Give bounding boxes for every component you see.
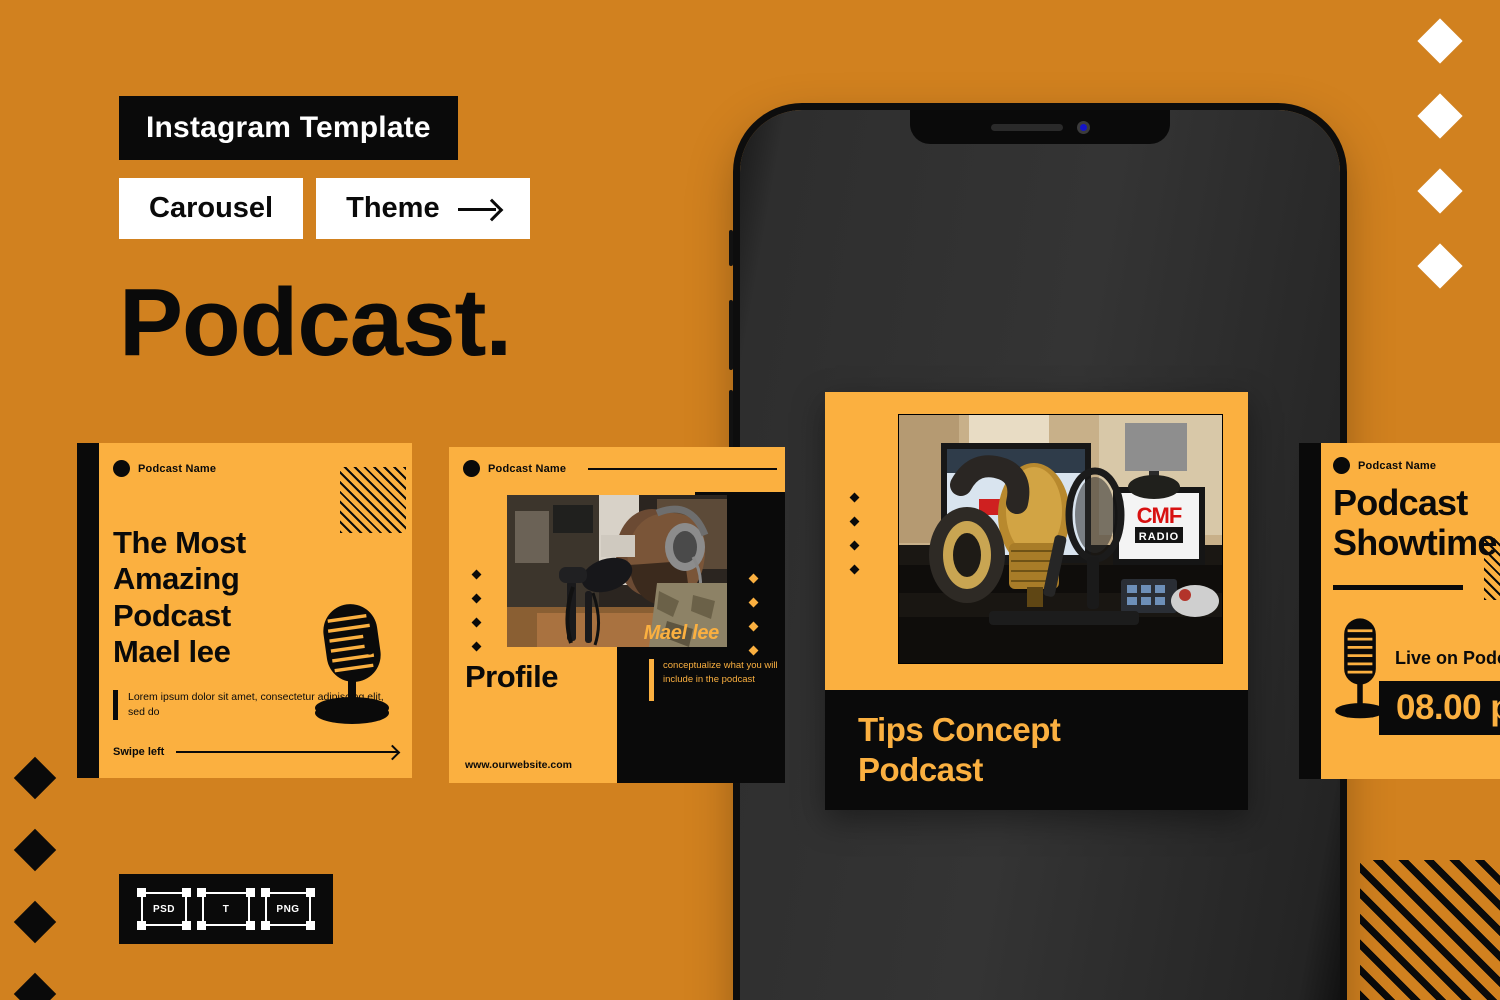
card2-concept-text: conceptualize what you will include in t… <box>663 660 778 686</box>
psd-label: PSD <box>152 903 176 915</box>
decor-diamond-black-2 <box>13 828 57 872</box>
podcast-card-most-amazing[interactable]: Podcast Name The Most Amazing Podcast Ma… <box>77 443 412 778</box>
editable-text-icon: T <box>197 888 255 930</box>
podcast-host-photo: Mael lee <box>507 495 727 647</box>
front-camera-icon <box>1076 120 1090 134</box>
retro-microphone-icon <box>315 604 389 724</box>
hatch-square-decor <box>1484 538 1500 600</box>
png-label: PNG <box>276 903 300 915</box>
carousel-pill-label: Carousel <box>149 192 274 224</box>
arrow-right-icon <box>176 751 398 753</box>
card2-header: Podcast Name <box>463 460 785 477</box>
carousel-pill[interactable]: Carousel <box>119 178 304 239</box>
hatch-square-decor <box>340 467 406 533</box>
podcast-card-tips-concept[interactable]: CMF RADIO Tips Concept Podcast <box>825 392 1248 810</box>
card2-podcast-name: Podcast Name <box>463 460 566 477</box>
card2-avatar-dot <box>463 460 480 477</box>
card2-left-bullets <box>471 569 482 667</box>
decor-diamond-white-1 <box>1417 18 1463 64</box>
hero-pill-row: Carousel Theme <box>119 178 530 239</box>
decor-diamond-black-4 <box>13 972 57 1000</box>
decor-stripe-pattern <box>1360 860 1500 1000</box>
card4-underline <box>1333 585 1463 590</box>
arrow-right-icon <box>457 199 500 219</box>
card2-header-rule <box>588 467 777 470</box>
card2-concept-block: conceptualize what you will include in t… <box>649 659 785 701</box>
card4-heading-line2: Showtime <box>1333 522 1497 564</box>
text-label: T <box>222 903 230 915</box>
earpiece-speaker-icon <box>990 123 1063 131</box>
psd-file-icon: PSD <box>137 888 191 930</box>
card2-heading: Profile <box>465 659 558 694</box>
card4-time-value: 08.00 pm <box>1396 688 1500 727</box>
card1-podcast-name-label: Podcast Name <box>138 462 217 475</box>
card3-title: Tips Concept Podcast <box>858 710 1248 789</box>
instagram-template-badge: Instagram Template <box>119 96 458 160</box>
decor-diamond-black-3 <box>13 900 57 944</box>
decor-diamond-black-1 <box>13 756 57 800</box>
card4-podcast-name: Podcast Name <box>1333 457 1436 474</box>
card1-swipe-label: Swipe left <box>113 746 165 758</box>
card4-left-bar <box>1299 443 1321 779</box>
card2-right-bullets <box>748 573 759 671</box>
format-badge-bar: PSD T PNG <box>119 874 333 944</box>
theme-pill-label: Theme <box>346 192 440 224</box>
card3-footer: Tips Concept Podcast <box>825 690 1248 810</box>
card4-heading-line1: Podcast <box>1333 482 1468 523</box>
phone-notch <box>910 110 1170 144</box>
card4-podcast-name-label: Podcast Name <box>1358 459 1437 472</box>
card1-accent-bar <box>113 690 118 720</box>
svg-text:RADIO: RADIO <box>1139 531 1179 543</box>
card4-avatar-dot <box>1333 457 1350 474</box>
decor-diamond-white-4 <box>1417 243 1463 289</box>
theme-pill[interactable]: Theme <box>316 178 530 239</box>
hero-block: Instagram Template Carousel Theme Podcas… <box>119 96 530 371</box>
card4-live-label: Live on Podcast <box>1395 648 1500 668</box>
card3-bullets <box>849 492 860 590</box>
card2-website[interactable]: www.ourwebsite.com <box>465 759 572 771</box>
podcast-card-showtime[interactable]: Podcast Name Podcast Showtime Live on Po… <box>1299 443 1500 779</box>
card3-title-line1: Tips Concept <box>858 711 1061 749</box>
decor-diamond-white-2 <box>1417 93 1463 139</box>
podcast-card-profile[interactable]: Podcast Name Mael lee Profile conceptual… <box>449 447 785 783</box>
page-title: Podcast. <box>119 269 512 376</box>
card1-left-bar <box>77 443 99 778</box>
card4-time-box: 08.00 pm <box>1379 681 1500 735</box>
card4-heading: Podcast Showtime <box>1333 482 1497 564</box>
phone-volume-up-button <box>729 300 733 370</box>
card1-avatar-dot <box>113 460 130 477</box>
decor-diamond-white-3 <box>1417 168 1463 214</box>
card1-swipe-cta[interactable]: Swipe left <box>113 746 398 758</box>
png-file-icon: PNG <box>261 888 315 930</box>
svg-text:CMF: CMF <box>1137 503 1182 528</box>
card1-heading: The Most Amazing Podcast Mael lee <box>113 525 246 669</box>
card2-podcast-name-label: Podcast Name <box>488 462 567 475</box>
card3-title-line2: Podcast <box>858 751 983 788</box>
card2-photo-caption: Mael lee <box>643 622 720 644</box>
card2-accent-bar <box>649 659 654 701</box>
phone-mute-switch <box>729 230 733 266</box>
podcast-studio-photo: CMF RADIO <box>898 414 1223 664</box>
